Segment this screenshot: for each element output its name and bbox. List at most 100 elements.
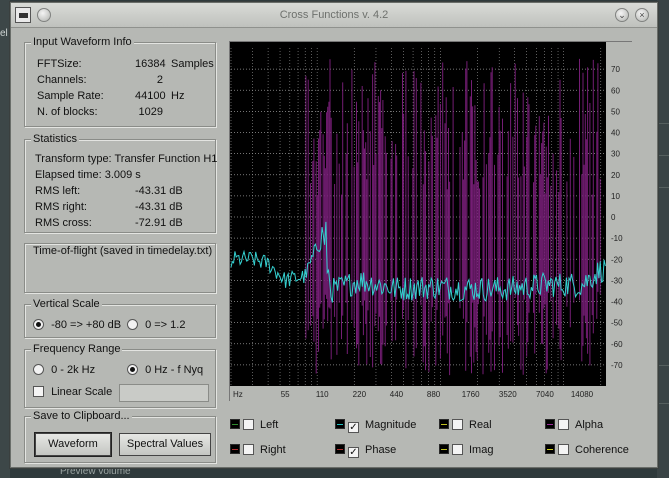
x-tick-label: 110	[316, 390, 329, 399]
legend-swatch	[545, 419, 555, 429]
vscale-option-linear-label: 0 => 1.2	[145, 319, 186, 331]
legend-label: Phase	[365, 444, 397, 456]
rms-cross-value: -72.91 dB	[135, 217, 183, 229]
fftsize-unit: Samples	[171, 58, 214, 70]
y-tick-label: 0	[611, 213, 616, 222]
sample-rate-unit: Hz	[171, 90, 185, 102]
legend-swatch	[439, 419, 449, 429]
legend-label: Magnitude	[365, 419, 417, 431]
radio-selected-icon[interactable]	[33, 319, 44, 330]
checkbox-icon[interactable]	[33, 386, 44, 397]
cross-functions-window: Cross Functions v. 4.2 ⌄ × Input Wavefor…	[10, 2, 658, 468]
y-tick-label: -50	[611, 319, 623, 328]
freq-option-2k[interactable]: 0 - 2k Hz	[33, 364, 95, 376]
y-tick-label: -30	[611, 276, 623, 285]
maximize-button[interactable]: ×	[635, 8, 649, 22]
x-tick-label: 14080	[571, 390, 594, 399]
minimize-button[interactable]: ⌄	[615, 8, 629, 22]
background-divider	[657, 365, 669, 366]
checkbox-icon[interactable]	[452, 444, 463, 455]
checkbox-icon[interactable]	[558, 419, 569, 430]
spectral-values-button[interactable]: Spectral Values	[119, 433, 211, 456]
legend-label: Coherence	[575, 444, 629, 456]
elapsed-time: Elapsed time: 3.009 s	[35, 169, 141, 181]
y-tick-label: -40	[611, 298, 623, 307]
legend-label: Real	[469, 419, 492, 431]
vscale-option-db-label: -80 => +80 dB	[51, 319, 122, 331]
spectrum-plot[interactable]: 70 60 50 40 30 20 10 0 -10 -20 -30 -40 -50 -60 -70 Hz 55…	[229, 41, 633, 402]
background-app-right	[657, 0, 669, 478]
legend-item-left[interactable]: Left	[230, 419, 278, 431]
freq-option-2k-label: 0 - 2k Hz	[51, 364, 96, 376]
rms-left-value: -43.31 dB	[135, 185, 183, 197]
x-axis-unit-label: Hz	[233, 390, 243, 399]
rms-right-value: -43.31 dB	[135, 201, 183, 213]
background-divider	[657, 403, 669, 404]
background-divider	[657, 155, 669, 156]
legend-item-imag[interactable]: Imag	[439, 444, 493, 456]
waveform-button[interactable]: Waveform	[35, 433, 111, 456]
rms-right-label: RMS right:	[35, 201, 87, 213]
radio-selected-icon[interactable]	[127, 364, 138, 375]
chevron-down-icon: ⌄	[618, 10, 626, 20]
group-title: Statistics	[31, 133, 80, 145]
group-title: Save to Clipboard...	[31, 410, 132, 422]
input-waveform-info-group: Input Waveform Info FFTSize: 16384 Sampl…	[24, 36, 216, 127]
radio-icon[interactable]	[127, 319, 138, 330]
checkbox-icon[interactable]	[243, 419, 254, 430]
sample-rate-label: Sample Rate:	[37, 90, 104, 102]
n-blocks-label: N. of blocks:	[37, 106, 98, 118]
spectrum-chart-svg: 70 60 50 40 30 20 10 0 -10 -20 -30 -40 -50 -60 -70 Hz 55…	[230, 42, 633, 402]
vscale-option-linear[interactable]: 0 => 1.2	[127, 319, 185, 331]
window-title: Cross Functions v. 4.2	[279, 9, 389, 21]
fftsize-label: FFTSize:	[37, 58, 82, 70]
y-tick-label: 50	[611, 107, 620, 116]
group-title: Input Waveform Info	[31, 36, 134, 48]
group-title: Frequency Range	[31, 343, 123, 355]
legend-item-real[interactable]: Real	[439, 419, 492, 431]
checkbox-checked-icon[interactable]: ✓	[348, 447, 359, 458]
x-tick-label: 55	[281, 390, 290, 399]
sample-rate-value: 44100	[135, 90, 166, 102]
checkbox-icon[interactable]	[452, 419, 463, 430]
legend-label: Left	[260, 419, 279, 431]
frequency-range-group: Frequency Range 0 - 2k Hz 0 Hz - f Nyq L…	[24, 343, 216, 408]
legend-item-alpha[interactable]: Alpha	[545, 419, 603, 431]
legend-swatch	[230, 444, 240, 454]
y-tick-label: -70	[611, 361, 623, 370]
titlebar[interactable]: Cross Functions v. 4.2 ⌄ ×	[11, 3, 657, 28]
legend-item-phase[interactable]: ✓ Phase	[335, 444, 396, 458]
linear-scale-checkbox[interactable]: Linear Scale	[33, 386, 112, 398]
legend-item-right[interactable]: Right	[230, 444, 286, 456]
y-tick-label: -10	[611, 234, 623, 243]
channels-label: Channels:	[37, 74, 87, 86]
legend-item-magnitude[interactable]: ✓ Magnitude	[335, 419, 416, 433]
legend-swatch	[439, 444, 449, 454]
radio-icon[interactable]	[33, 364, 44, 375]
y-tick-label: 70	[611, 65, 620, 74]
legend-label: Imag	[469, 444, 494, 456]
legend-label: Right	[260, 444, 286, 456]
y-tick-label: 60	[611, 86, 620, 95]
checkbox-icon[interactable]	[243, 444, 254, 455]
statistics-group: Statistics Transform type: Transfer Func…	[24, 133, 217, 233]
y-tick-label: 40	[611, 129, 620, 138]
background-app-left	[0, 0, 10, 478]
y-tick-label: -20	[611, 255, 623, 264]
checkbox-icon[interactable]	[558, 444, 569, 455]
freq-option-nyquist[interactable]: 0 Hz - f Nyq	[127, 364, 203, 376]
channels-value: 2	[156, 74, 163, 86]
x-tick-label: 1760	[462, 390, 480, 399]
time-of-flight-title: Time-of-flight (saved in timedelay.txt)	[31, 245, 215, 257]
x-tick-label: 3520	[499, 390, 517, 399]
legend-item-coherence[interactable]: Coherence	[545, 444, 629, 456]
checkbox-checked-icon[interactable]: ✓	[348, 422, 359, 433]
save-to-clipboard-group: Save to Clipboard... Waveform Spectral V…	[24, 410, 216, 463]
background-divider	[657, 187, 669, 188]
freq-option-nyquist-label: 0 Hz - f Nyq	[145, 364, 204, 376]
legend-swatch	[230, 419, 240, 429]
n-blocks-value: 1029	[138, 106, 163, 118]
linear-scale-field[interactable]	[119, 384, 209, 402]
vscale-option-db[interactable]: -80 => +80 dB	[33, 319, 121, 331]
time-of-flight-group: Time-of-flight (saved in timedelay.txt)	[24, 243, 216, 293]
